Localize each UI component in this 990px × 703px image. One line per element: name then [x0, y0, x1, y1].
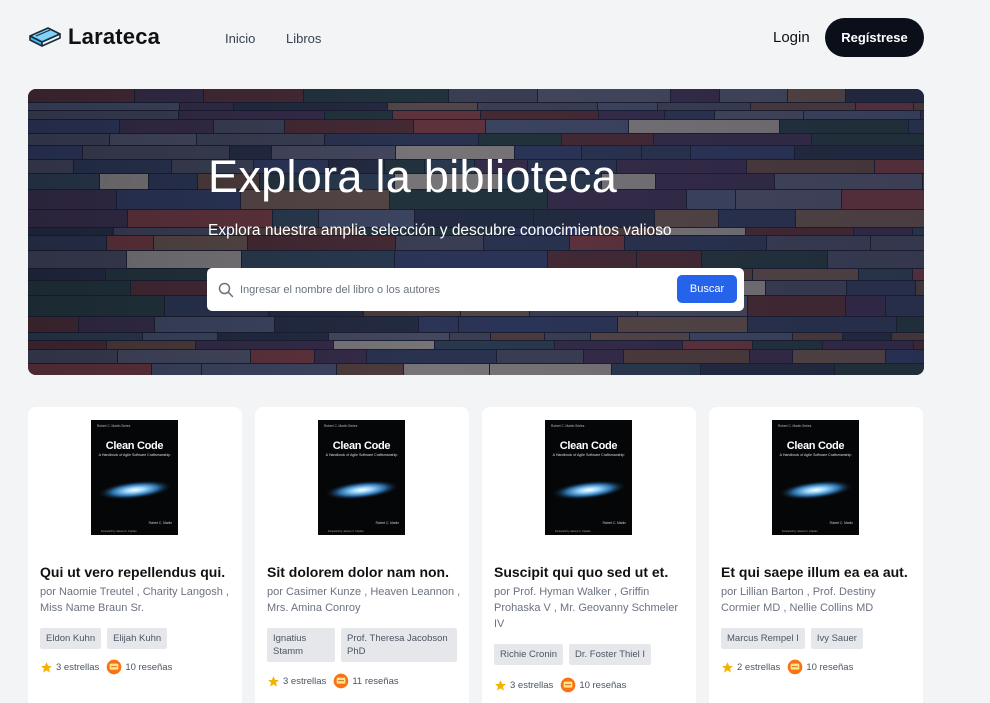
tag[interactable]: Ivy Sauer	[810, 628, 863, 649]
cover-title: Clean Code	[332, 440, 391, 452]
cover-series: Robert C. Martin Series	[778, 424, 812, 428]
cover-series: Robert C. Martin Series	[324, 424, 358, 428]
book-authors: por Naomie Treutel , Charity Langosh , M…	[40, 586, 229, 614]
star-icon	[495, 679, 506, 691]
book-authors: por Casimer Kunze , Heaven Leannon , Mrs…	[267, 586, 461, 614]
book-card[interactable]: Robert C. Martin Series Clean Code A Han…	[28, 407, 242, 703]
reviews-text: 11 reseñas	[352, 675, 399, 687]
hero-subtitle: Explora nuestra amplia selección y descu…	[208, 222, 672, 239]
cover-byline: Robert C. Martin	[829, 521, 853, 525]
tag[interactable]: Elijah Kuhn	[107, 628, 168, 649]
hero-title: Explora la biblioteca	[208, 151, 618, 202]
tag[interactable]: Richie Cronin	[494, 644, 564, 665]
cover-foreword: Foreword by James O. Coplien	[101, 530, 137, 533]
tag[interactable]: Marcus Rempel I	[721, 628, 805, 649]
register-button[interactable]: Regístrese	[825, 18, 924, 57]
rating-text: 3 estrellas	[56, 661, 100, 673]
reviews-icon	[333, 673, 349, 689]
book-stats: 3 estrellas 10 reseñas	[40, 659, 172, 675]
galaxy-image	[324, 480, 400, 500]
book-stats: 3 estrellas 11 reseñas	[267, 673, 399, 689]
galaxy-image	[778, 480, 854, 500]
book-card[interactable]: Robert C. Martin Series Clean Code A Han…	[709, 407, 923, 703]
cover-foreword: Foreword by James O. Coplien	[555, 530, 591, 533]
nav-link-libros[interactable]: Libros	[286, 31, 321, 46]
hero-banner: Explora la biblioteca Explora nuestra am…	[28, 89, 924, 375]
star-icon	[268, 675, 279, 687]
tag-list: Eldon Kuhn Elijah Kuhn	[40, 628, 168, 649]
tag[interactable]: Dr. Foster Thiel I	[569, 644, 652, 665]
rating-text: 2 estrellas	[737, 661, 781, 673]
cover-subtitle: A Handbook of Agile Software Craftsmansh…	[552, 453, 625, 457]
book-cover[interactable]: Robert C. Martin Series Clean Code A Han…	[91, 420, 178, 535]
tag-list: Richie Cronin Dr. Foster Thiel I	[494, 644, 652, 665]
reviews-text: 10 reseñas	[806, 661, 854, 673]
tag[interactable]: Ignatius Stamm	[267, 628, 335, 662]
brand-logo[interactable]: Larateca	[28, 24, 160, 50]
reviews-text: 10 reseñas	[125, 661, 173, 673]
cover-foreword: Foreword by James O. Coplien	[782, 530, 818, 533]
book-title[interactable]: Sit dolorem dolor nam non.	[267, 564, 467, 580]
book-card[interactable]: Robert C. Martin Series Clean Code A Han…	[482, 407, 696, 703]
book-authors: por Lillian Barton , Prof. Destiny Cormi…	[721, 586, 876, 614]
cover-title: Clean Code	[786, 440, 845, 452]
cover-subtitle: A Handbook of Agile Software Craftsmansh…	[98, 453, 171, 457]
cover-title: Clean Code	[559, 440, 618, 452]
cover-title: Clean Code	[105, 440, 164, 452]
search-icon	[218, 282, 234, 298]
top-nav: Larateca Inicio Libros Login Regístrese	[0, 0, 990, 76]
book-cover[interactable]: Robert C. Martin Series Clean Code A Han…	[772, 420, 859, 535]
tag[interactable]: Eldon Kuhn	[40, 628, 102, 649]
tag-list: Ignatius Stamm Prof. Theresa Jacobson Ph…	[267, 628, 457, 662]
brand-name: Larateca	[68, 24, 161, 49]
book-title[interactable]: Suscipit qui quo sed ut et.	[494, 564, 694, 580]
book-authors: por Prof. Hyman Walker , Griffin Prohask…	[494, 586, 679, 630]
tag[interactable]: Prof. Theresa Jacobson PhD	[341, 628, 457, 662]
search-button[interactable]: Buscar	[677, 275, 737, 303]
galaxy-image	[97, 480, 173, 500]
login-link[interactable]: Login	[773, 29, 810, 46]
rating-text: 3 estrellas	[283, 675, 327, 687]
book-logo-icon	[29, 27, 61, 47]
cover-subtitle: A Handbook of Agile Software Craftsmansh…	[325, 453, 398, 457]
book-title[interactable]: Qui ut vero repellendus qui.	[40, 564, 240, 580]
search-bar: Buscar	[207, 268, 744, 311]
tag-list: Marcus Rempel I Ivy Sauer	[721, 628, 863, 649]
reviews-text: 10 reseñas	[579, 679, 627, 691]
star-icon	[41, 661, 52, 673]
book-cover[interactable]: Robert C. Martin Series Clean Code A Han…	[545, 420, 632, 535]
search-input[interactable]	[240, 279, 640, 301]
cover-series: Robert C. Martin Series	[97, 424, 131, 428]
galaxy-image	[551, 480, 627, 500]
rating-text: 3 estrellas	[510, 679, 554, 691]
book-stats: 2 estrellas 10 reseñas	[721, 659, 853, 675]
nav-link-inicio[interactable]: Inicio	[225, 31, 255, 46]
cover-series: Robert C. Martin Series	[551, 424, 585, 428]
cover-byline: Robert C. Martin	[602, 521, 626, 525]
book-stats: 3 estrellas 10 reseñas	[494, 677, 626, 693]
book-card[interactable]: Robert C. Martin Series Clean Code A Han…	[255, 407, 469, 703]
reviews-icon	[560, 677, 576, 693]
star-icon	[722, 661, 733, 673]
cover-subtitle: A Handbook of Agile Software Craftsmansh…	[779, 453, 852, 457]
reviews-icon	[787, 659, 803, 675]
book-cover[interactable]: Robert C. Martin Series Clean Code A Han…	[318, 420, 405, 535]
cover-byline: Robert C. Martin	[375, 521, 399, 525]
book-title[interactable]: Et qui saepe illum ea ea aut.	[721, 564, 921, 580]
cover-foreword: Foreword by James O. Coplien	[328, 530, 364, 533]
cover-byline: Robert C. Martin	[148, 521, 172, 525]
reviews-icon	[106, 659, 122, 675]
